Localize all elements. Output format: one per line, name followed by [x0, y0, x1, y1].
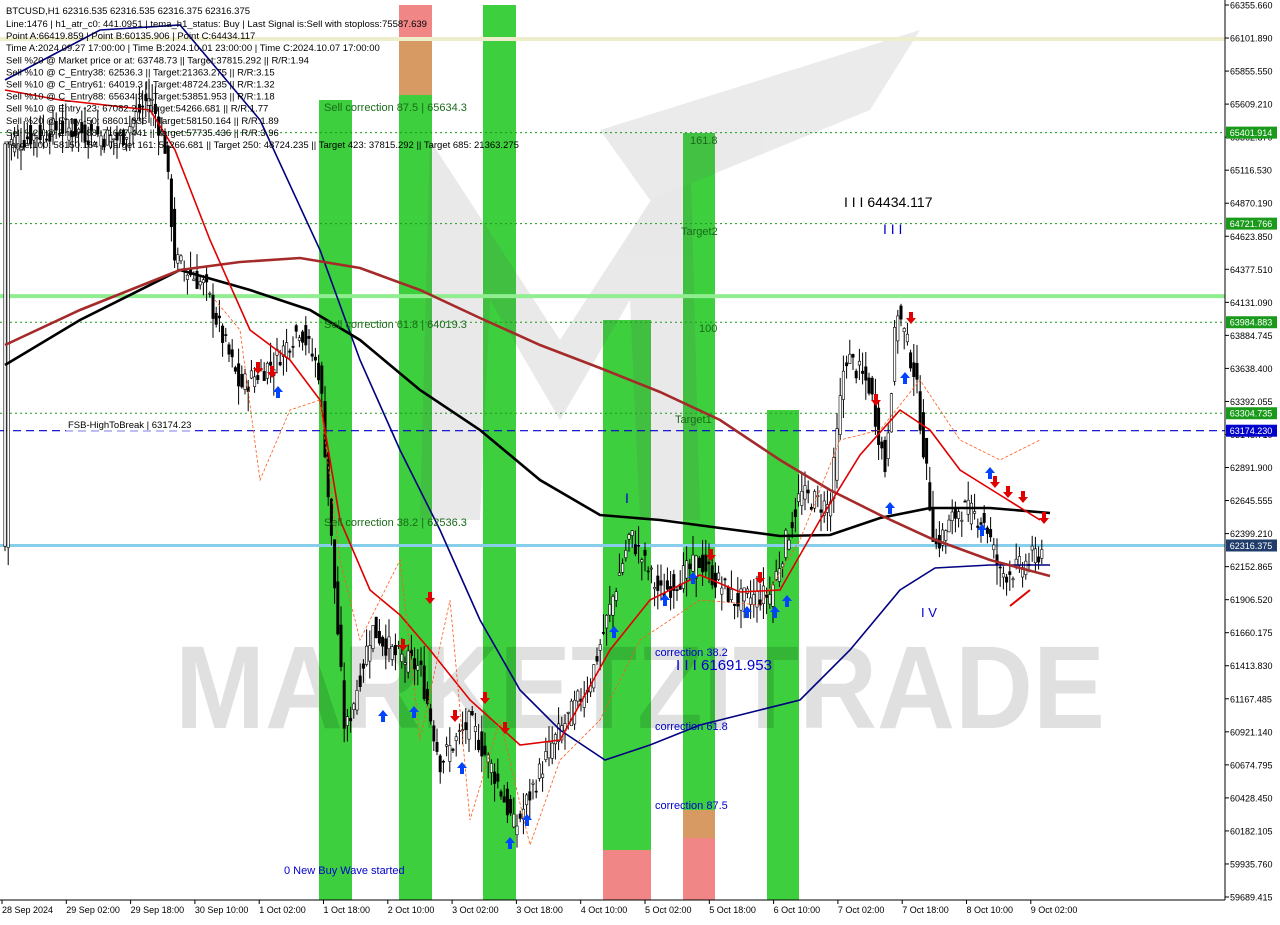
- y-tick-label: 63392.055: [1230, 397, 1273, 407]
- chart-annotation: Target2: [681, 226, 718, 238]
- chart-annotation: FSB-HighToBreak | 63174.23: [68, 420, 191, 431]
- x-tick-label: 3 Oct 02:00: [452, 905, 499, 915]
- x-tick-label: 3 Oct 18:00: [516, 905, 563, 915]
- y-tick-label: 63638.400: [1230, 364, 1273, 374]
- wave-band: [319, 100, 352, 900]
- y-tick-label: 59689.415: [1230, 893, 1273, 903]
- x-tick-label: 8 Oct 10:00: [967, 905, 1014, 915]
- price-tag-label: 63304.735: [1230, 409, 1273, 419]
- chart-annotation: I V: [921, 605, 937, 620]
- y-tick-label: 61660.175: [1230, 628, 1273, 638]
- x-tick-label: 7 Oct 18:00: [902, 905, 949, 915]
- info-line: Line:1476 | h1_atr_c0: 441.0951 | tema_h…: [6, 19, 427, 30]
- chart-canvas: MARKETZITRADE 65401.914 64721.766 63984.88…: [0, 0, 1280, 920]
- x-tick-label: 28 Sep 2024: [2, 905, 53, 915]
- x-tick-label: 29 Sep 18:00: [131, 905, 185, 915]
- x-tick-label: 1 Oct 18:00: [324, 905, 371, 915]
- candle: [374, 616, 378, 639]
- x-tick-label: 5 Oct 02:00: [645, 905, 692, 915]
- chart-annotation: I I I: [883, 221, 902, 237]
- y-tick-label: 63884.745: [1230, 331, 1273, 341]
- info-line: Point A:66419.859 | Point B:60135.906 | …: [6, 31, 255, 42]
- symbol-header: BTCUSD,H1 62316.535 62316.535 62316.375 …: [6, 6, 250, 17]
- y-tick-label: 60674.795: [1230, 760, 1273, 770]
- y-tick-label: 64377.510: [1230, 265, 1273, 275]
- candle: [371, 625, 375, 653]
- x-tick-label: 1 Oct 02:00: [259, 905, 306, 915]
- info-line: Sell %20 @ Market price or at: 63748.73 …: [6, 55, 309, 66]
- chart-annotation: Target1: [675, 414, 712, 426]
- info-line: Sell %10 @ Entry -23: 67082.2 || Target:…: [6, 104, 268, 115]
- price-tag-label: 63984.883: [1230, 318, 1273, 328]
- x-tick-label: 7 Oct 02:00: [838, 905, 885, 915]
- x-tick-label: 2 Oct 10:00: [388, 905, 435, 915]
- y-tick-label: 61413.830: [1230, 661, 1273, 671]
- chart-annotation: 100: [699, 323, 717, 335]
- y-tick-label: 61167.485: [1230, 694, 1272, 704]
- y-tick-label: 64623.850: [1230, 232, 1273, 242]
- info-line: Sell %10 @ C_Entry38: 62536.3 || Target:…: [6, 67, 275, 78]
- chart-annotation: correction 61.8: [655, 721, 728, 733]
- x-tick-label: 30 Sep 10:00: [195, 905, 249, 915]
- candle: [6, 142, 10, 566]
- y-tick-label: 66355.660: [1230, 1, 1273, 11]
- y-tick-label: 62399.210: [1230, 529, 1273, 539]
- candle: [909, 349, 913, 372]
- x-tick-label: 9 Oct 02:00: [1031, 905, 1078, 915]
- y-tick-label: 62645.555: [1230, 496, 1273, 506]
- y-tick-label: 60182.105: [1230, 826, 1273, 836]
- chart-annotation: Sell correction 38.2 | 62536.3: [324, 517, 467, 529]
- info-line: Sell %20 @ Entry -50: 68601.836 || Targe…: [6, 116, 279, 127]
- x-tick-label: 5 Oct 18:00: [709, 905, 756, 915]
- candle: [889, 392, 893, 433]
- info-line: Time A:2024.09.27 17:00:00 | Time B:2024…: [6, 43, 380, 54]
- chart: MARKETZITRADE 65401.914 64721.766 63984.88…: [0, 0, 1280, 920]
- price-tag-label: 63174.230: [1230, 426, 1273, 436]
- chart-annotation: Sell correction 87.5 | 65634.3: [324, 102, 467, 114]
- price-tag-label: 62316.375: [1230, 541, 1273, 551]
- y-tick-label: 62891.900: [1230, 463, 1273, 473]
- y-tick-label: 65609.210: [1230, 100, 1273, 110]
- candle: [883, 436, 887, 478]
- chart-annotation: I I I 64434.117: [844, 194, 933, 210]
- chart-annotation: 161.8: [690, 135, 718, 147]
- y-tick-label: 60921.140: [1230, 727, 1273, 737]
- chart-annotation: correction 87.5: [655, 800, 728, 812]
- y-tick-label: 60428.450: [1230, 793, 1273, 803]
- chart-annotation: I: [625, 490, 629, 506]
- candle: [3, 141, 7, 552]
- info-line: Target100: 58150.164 || Target 161: 5426…: [6, 140, 519, 151]
- y-tick-label: 64131.090: [1230, 298, 1273, 308]
- info-line: Sell %20 @ Entry -88: 71667.441 || Targe…: [6, 128, 279, 139]
- x-tick-label: 6 Oct 10:00: [774, 905, 821, 915]
- watermark-text: MARKETZITRADE: [175, 622, 1105, 754]
- y-tick-label: 59935.760: [1230, 859, 1273, 869]
- candle: [784, 528, 788, 561]
- candle: [893, 320, 897, 386]
- x-tick-label: 29 Sep 02:00: [66, 905, 120, 915]
- y-tick-label: 66101.890: [1230, 34, 1273, 44]
- x-tick-label: 4 Oct 10:00: [581, 905, 628, 915]
- chart-annotation: 0 New Buy Wave started: [284, 865, 405, 877]
- chart-annotation: I I I 61691.953: [676, 657, 772, 674]
- y-tick-label: 65116.530: [1230, 166, 1272, 176]
- y-tick-label: 61906.520: [1230, 595, 1273, 605]
- price-tag-label: 64721.766: [1230, 219, 1273, 229]
- chart-annotation: Sell correction 61.8 | 64019.3: [324, 319, 467, 331]
- info-line: Sell %10 @ C_Entry61: 64019.3 || Target:…: [6, 80, 275, 91]
- y-tick-label: 62152.865: [1230, 562, 1273, 572]
- y-tick-label: 64870.190: [1230, 199, 1273, 209]
- info-line: Sell %10 @ C_Entry88: 65634.3 || Target:…: [6, 92, 275, 103]
- price-tag-label: 65401.914: [1230, 128, 1273, 138]
- y-tick-label: 65855.550: [1230, 67, 1273, 77]
